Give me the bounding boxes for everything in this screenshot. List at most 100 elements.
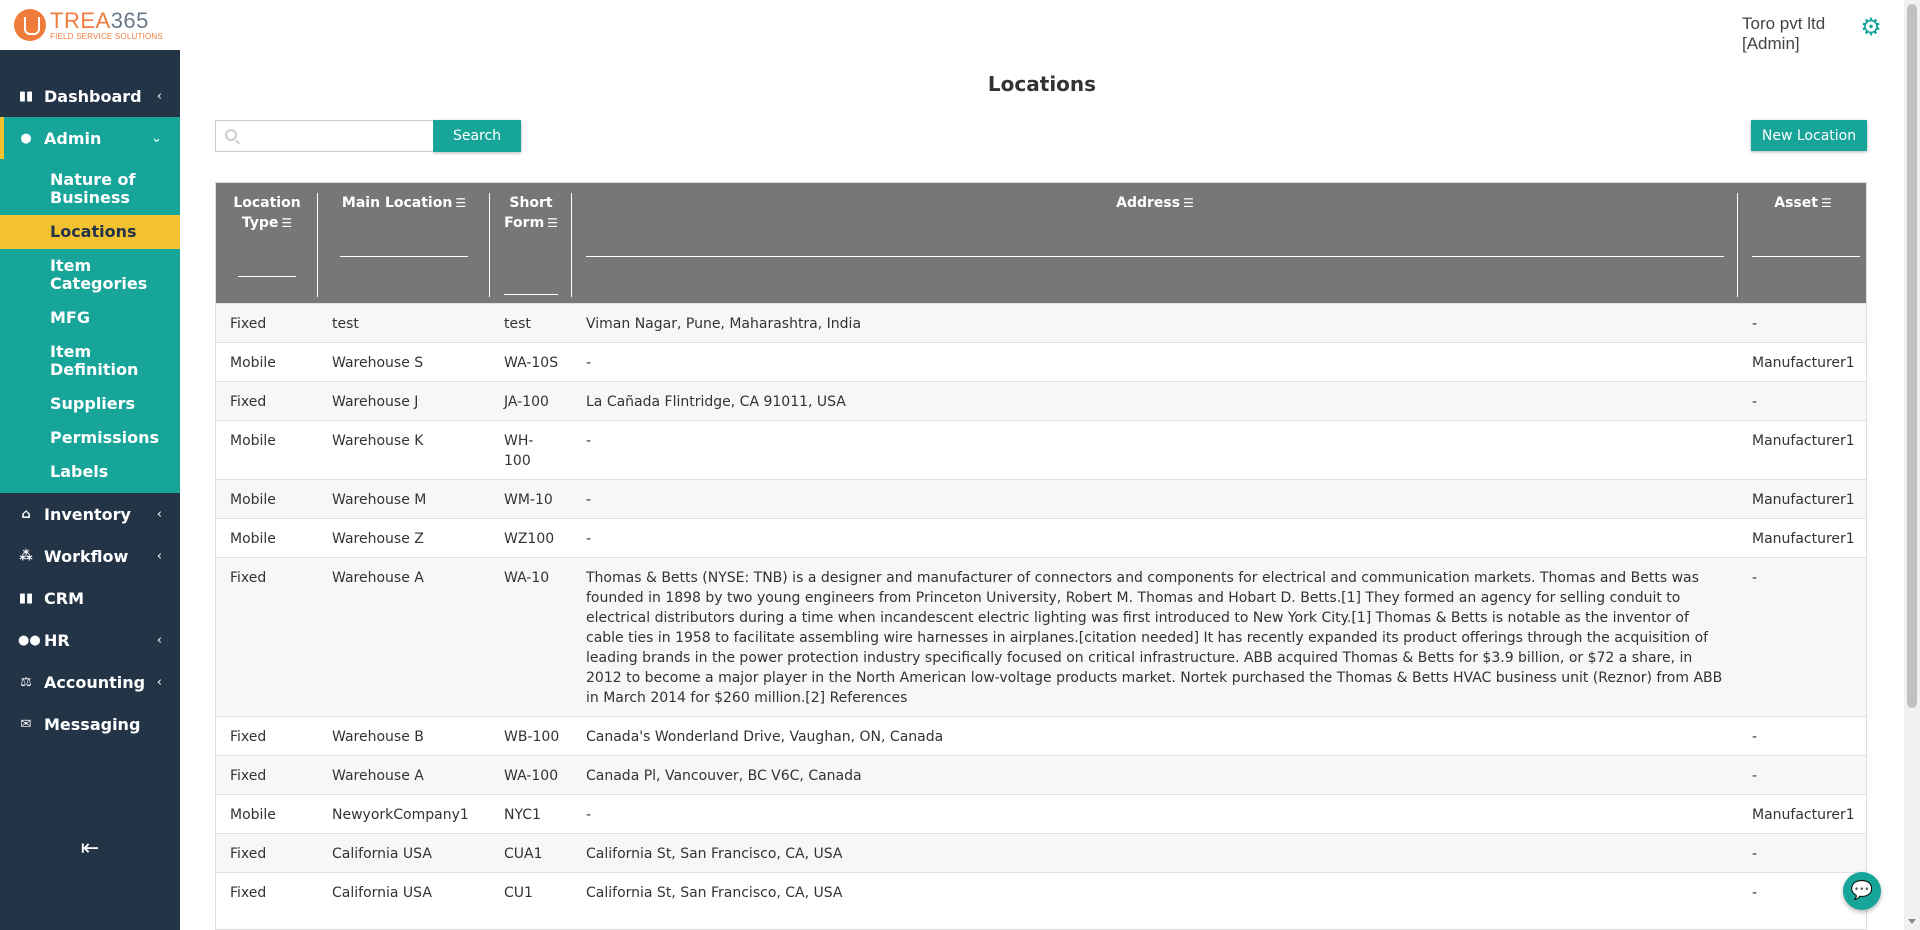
cell-address: - — [572, 478, 1738, 518]
scrollbar-thumb[interactable] — [1907, 4, 1917, 708]
cell-asset: - — [1738, 302, 1866, 342]
collapse-left-icon[interactable]: ⇤ — [0, 836, 180, 861]
submenu-item-labels[interactable]: Labels — [0, 455, 180, 489]
sidebar-item-hr[interactable]: ●● HR ‹ — [0, 619, 180, 661]
user-info[interactable]: Toro pvt ltd [Admin] — [1742, 14, 1825, 54]
search-button[interactable]: Search — [433, 120, 521, 152]
sidebar-item-label: Inventory — [44, 504, 131, 524]
table-row[interactable]: Fixed Warehouse A WA-100 Canada Pl, Vancouv… — [216, 754, 1866, 794]
submenu-item-suppliers[interactable]: Suppliers — [0, 387, 180, 421]
table-row[interactable]: Mobile Warehouse Z WZ100- Manufacturer1 — [216, 517, 1866, 557]
table-body: Fixed test test Viman Nagar, Pune, Maharash… — [216, 302, 1866, 911]
column-filter-input[interactable] — [238, 275, 296, 277]
scroll-down-arrow[interactable] — [1908, 919, 1916, 924]
filter-icon[interactable]: ☰ — [455, 193, 466, 213]
filter-icon[interactable]: ☰ — [281, 213, 292, 233]
column-filter-input[interactable] — [340, 255, 468, 257]
cell-main-location: Warehouse Z — [318, 517, 490, 557]
admin-submenu: Nature of Business Locations Item Catego… — [0, 159, 180, 493]
cell-asset: Manufacturer1 — [1738, 793, 1866, 833]
workflow-icon: ⁂ — [19, 548, 33, 564]
home-icon: ⌂ — [21, 506, 31, 522]
column-filter-input[interactable] — [504, 293, 558, 295]
table-row[interactable]: Fixed California USA CU1 California St, San… — [216, 871, 1866, 911]
column-header-main-location[interactable]: Main Location ☰ — [318, 183, 490, 303]
sidebar-item-inventory[interactable]: ⌂ Inventory ‹ — [0, 493, 180, 535]
sidebar-item-label: HR — [44, 630, 70, 650]
cell-main-location: Warehouse K — [318, 419, 490, 479]
cell-short-form: WA-10 — [490, 556, 572, 716]
cell-main-location: Warehouse A — [318, 556, 490, 716]
cell-address: - — [572, 341, 1738, 381]
user-role: [Admin] — [1742, 34, 1800, 53]
page-scrollbar[interactable] — [1904, 0, 1920, 930]
table-row[interactable]: Fixed Warehouse A WA-10 Thomas & Betts (NYS… — [216, 556, 1866, 716]
column-filter-input[interactable] — [586, 255, 1724, 257]
new-location-button[interactable]: New Location — [1751, 120, 1867, 151]
cell-location-type: Fixed — [216, 380, 318, 420]
column-filter-input[interactable] — [1752, 255, 1860, 257]
sidebar-item-messaging[interactable]: ✉ Messaging — [0, 703, 180, 745]
cell-location-type: Mobile — [216, 419, 318, 479]
table-row[interactable]: Fixed California USA CUA1 California St, Sa… — [216, 832, 1866, 872]
table-row[interactable]: Mobile Warehouse M WM-10- Manufacturer1 — [216, 478, 1866, 518]
filter-icon[interactable]: ☰ — [1821, 193, 1832, 213]
cell-asset: Manufacturer1 — [1738, 517, 1866, 557]
table-row[interactable]: Fixed test test Viman Nagar, Pune, Maharash… — [216, 302, 1866, 342]
submenu-item-locations[interactable]: Locations — [0, 215, 180, 249]
cell-location-type: Mobile — [216, 341, 318, 381]
search-icon — [225, 129, 237, 141]
cell-address: - — [572, 517, 1738, 557]
sidebar-item-label: Messaging — [44, 714, 141, 734]
chevron-left-icon: ‹ — [156, 674, 162, 690]
cell-address: Viman Nagar, Pune, Maharashtra, India — [572, 302, 1738, 342]
logo[interactable]: TREA365 FIELD SERVICE SOLUTIONS — [0, 0, 180, 50]
column-header-short-form[interactable]: Short Form ☰ — [490, 183, 572, 303]
cell-asset: - — [1738, 832, 1866, 872]
sidebar-item-label: Admin — [44, 128, 102, 148]
table-row[interactable]: Mobile Warehouse K WH-100- Manufacturer1 — [216, 419, 1866, 479]
submenu-item-permissions[interactable]: Permissions — [0, 421, 180, 455]
column-header-address[interactable]: Address ☰ — [572, 183, 1738, 303]
column-header-asset[interactable]: Asset ☰ — [1738, 183, 1866, 303]
submenu-item-mfg[interactable]: MFG — [0, 301, 180, 335]
chevron-left-icon: ‹ — [156, 506, 162, 522]
sidebar-nav: ▮▮ Dashboard ‹ ● Admin ⌄ Nature of Busin… — [0, 50, 180, 745]
sidebar-item-label: CRM — [44, 588, 84, 608]
search-bar: Search — [215, 120, 521, 152]
cell-main-location: Warehouse M — [318, 478, 490, 518]
search-input[interactable] — [216, 121, 433, 151]
cell-location-type: Mobile — [216, 517, 318, 557]
table-row[interactable]: Fixed Warehouse J JA-100 La Cañada Flintrid… — [216, 380, 1866, 420]
page-title: Locations — [987, 72, 1097, 96]
table-row[interactable]: Mobile NewyorkCompany1 NYC1- Manufacturer1 — [216, 793, 1866, 833]
search-field — [215, 120, 433, 152]
cell-asset: - — [1738, 715, 1866, 755]
submenu-item-item-definition[interactable]: Item Definition — [0, 335, 180, 387]
sidebar-item-workflow[interactable]: ⁂ Workflow ‹ — [0, 535, 180, 577]
column-header-location-type[interactable]: Location Type ☰ — [216, 183, 318, 303]
table-row[interactable]: Mobile Warehouse S WA-10S - Manufacturer1 — [216, 341, 1866, 381]
filter-icon[interactable]: ☰ — [547, 213, 558, 233]
cell-address: - — [572, 419, 1738, 479]
balance-icon: ⚖ — [20, 674, 32, 690]
cell-asset: Manufacturer1 — [1738, 478, 1866, 518]
cell-short-form: CUA1 — [490, 832, 572, 872]
cell-short-form: WA-10S — [490, 341, 572, 381]
cell-main-location: Warehouse B — [318, 715, 490, 755]
table-row[interactable]: Fixed Warehouse B WB-100 Canada's Wonderlan… — [216, 715, 1866, 755]
sidebar-item-crm[interactable]: ▮▮ CRM — [0, 577, 180, 619]
gear-icon[interactable]: ⚙ — [1858, 14, 1884, 40]
submenu-item-nature-of-business[interactable]: Nature of Business — [0, 163, 180, 215]
sidebar-item-accounting[interactable]: ⚖ Accounting ‹ — [0, 661, 180, 703]
sidebar-item-admin[interactable]: ● Admin ⌄ — [0, 117, 180, 159]
cell-address: La Cañada Flintridge, CA 91011, USA — [572, 380, 1738, 420]
sidebar-item-dashboard[interactable]: ▮▮ Dashboard ‹ — [0, 75, 180, 117]
cell-main-location: Warehouse J — [318, 380, 490, 420]
chevron-left-icon: ‹ — [156, 632, 162, 648]
brand-number: 365 — [110, 7, 149, 33]
chevron-down-icon: ⌄ — [151, 130, 162, 146]
submenu-item-item-categories[interactable]: Item Categories — [0, 249, 180, 301]
filter-icon[interactable]: ☰ — [1183, 193, 1194, 213]
chat-bubble-icon[interactable]: 💬 — [1843, 872, 1881, 910]
